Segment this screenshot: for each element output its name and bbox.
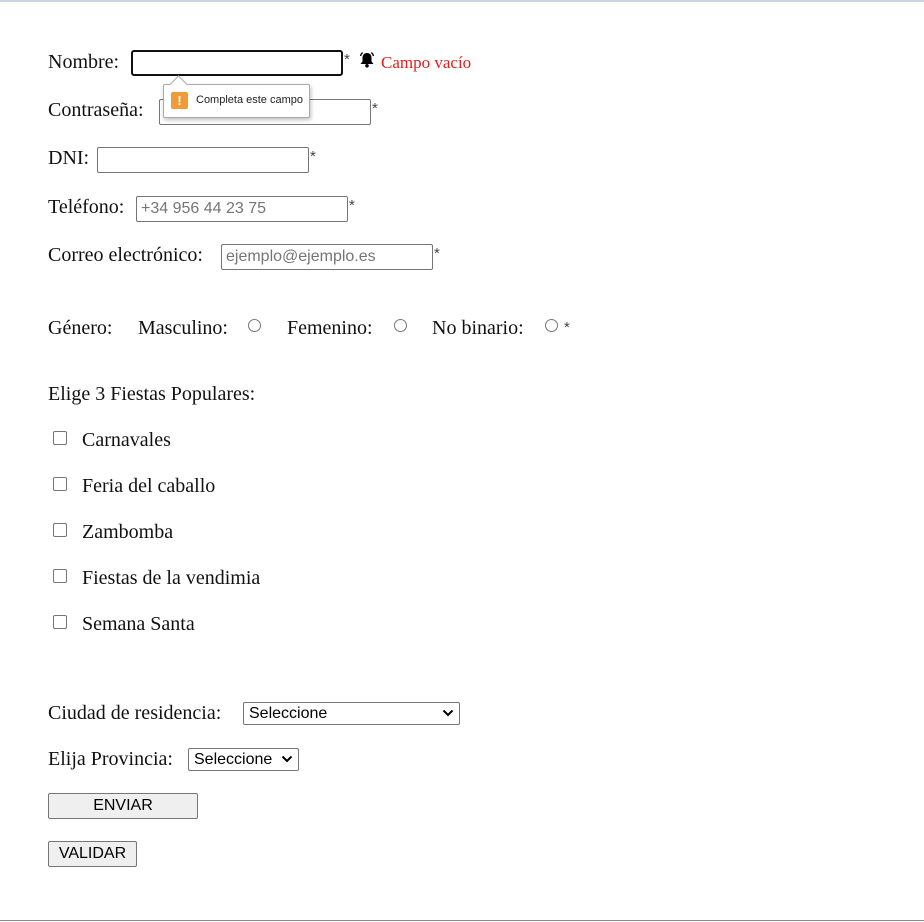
ciudad-label: Ciudad de residencia: bbox=[48, 702, 222, 724]
tooltip-arrow bbox=[169, 75, 188, 94]
telefono-label: Teléfono: bbox=[48, 196, 125, 218]
fiesta-checkbox-semana-santa[interactable] bbox=[53, 615, 67, 629]
fiesta-label-zambomba: Zambomba bbox=[82, 521, 174, 543]
fiesta-checkbox-vendimia[interactable] bbox=[53, 569, 67, 583]
fiesta-label-carnavales: Carnavales bbox=[82, 429, 171, 451]
nombre-error-message: Campo vacío bbox=[381, 53, 472, 72]
fiestas-label: Elige 3 Fiestas Populares: bbox=[48, 383, 256, 405]
tooltip-text: Completa este campo bbox=[196, 94, 303, 106]
fiesta-checkbox-carnavales[interactable] bbox=[53, 431, 67, 445]
fiesta-label-semana-santa: Semana Santa bbox=[82, 613, 195, 635]
contrasena-label: Contraseña: bbox=[48, 99, 144, 121]
ciudad-select-value: Seleccione bbox=[249, 705, 328, 722]
provincia-select-value: Seleccione bbox=[194, 751, 273, 768]
provincia-label: Elija Provincia: bbox=[48, 748, 173, 770]
genero-option-femenino-label: Femenino: bbox=[287, 317, 373, 339]
validation-tooltip: ! Completa este campo bbox=[163, 75, 310, 118]
genero-radio-femenino[interactable] bbox=[394, 319, 407, 332]
genero-option-nobinario-label: No binario: bbox=[432, 317, 524, 339]
telefono-input[interactable] bbox=[136, 196, 348, 222]
top-border bbox=[0, 0, 924, 2]
chevron-down-icon bbox=[281, 755, 293, 763]
bell-icon bbox=[359, 52, 375, 68]
correo-input[interactable] bbox=[221, 244, 433, 270]
genero-option-masculino-label: Masculino: bbox=[138, 317, 228, 339]
dni-required-mark: * bbox=[310, 148, 316, 165]
genero-label: Género: bbox=[48, 317, 113, 339]
enviar-button[interactable]: ENVIAR bbox=[48, 793, 198, 819]
warning-icon: ! bbox=[171, 92, 188, 109]
nombre-required-mark: * bbox=[344, 51, 350, 68]
correo-label: Correo electrónico: bbox=[48, 244, 203, 266]
provincia-select[interactable]: Seleccione bbox=[188, 748, 299, 771]
dni-label: DNI: bbox=[48, 147, 90, 169]
nombre-label: Nombre: bbox=[48, 51, 120, 73]
contrasena-required-mark: * bbox=[372, 100, 378, 117]
correo-required-mark: * bbox=[434, 245, 440, 262]
dni-input[interactable] bbox=[97, 147, 309, 173]
fiesta-label-vendimia: Fiestas de la vendimia bbox=[82, 567, 261, 589]
genero-radio-nobinario[interactable] bbox=[545, 319, 558, 332]
ciudad-select[interactable]: Seleccione bbox=[243, 702, 460, 725]
genero-required-mark: * bbox=[564, 319, 570, 336]
genero-radio-masculino[interactable] bbox=[248, 319, 261, 332]
fiesta-checkbox-zambomba[interactable] bbox=[53, 523, 67, 537]
nombre-input[interactable] bbox=[131, 50, 343, 76]
fiesta-label-feria: Feria del caballo bbox=[82, 475, 216, 497]
bottom-border bbox=[0, 920, 924, 921]
telefono-required-mark: * bbox=[349, 197, 355, 214]
fiesta-checkbox-feria[interactable] bbox=[53, 477, 67, 491]
chevron-down-icon bbox=[442, 709, 454, 717]
validar-button[interactable]: VALIDAR bbox=[48, 841, 137, 867]
